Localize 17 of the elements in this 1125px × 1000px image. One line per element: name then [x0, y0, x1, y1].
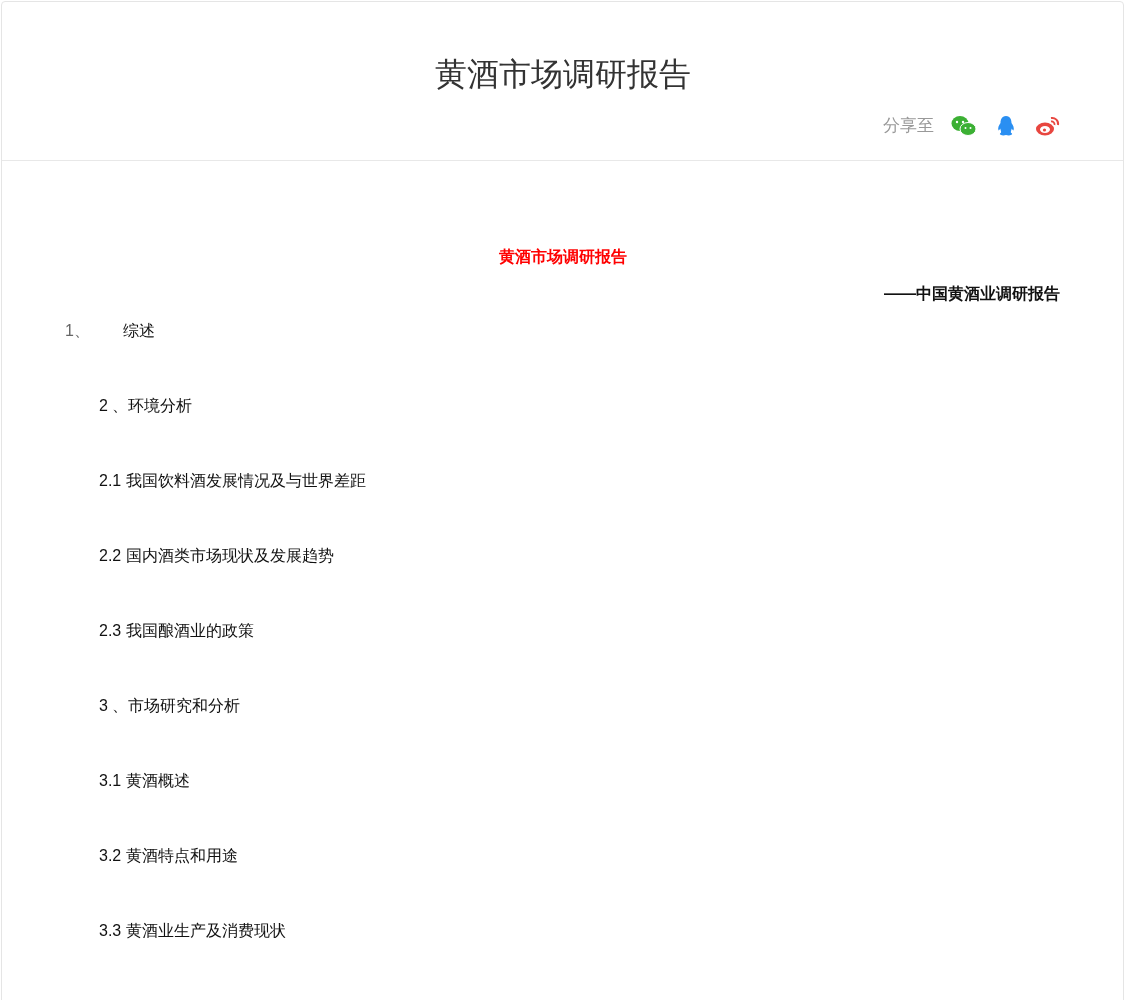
weibo-icon[interactable]	[1035, 114, 1061, 137]
list-item: 3.1 黄酒概述	[99, 771, 190, 791]
list-item: 综述	[123, 321, 155, 341]
list-item: 2.2 国内酒类市场现状及发展趋势	[99, 546, 334, 566]
list-item: 2.3 我国酿酒业的政策	[99, 621, 254, 641]
list-item: 3.3 黄酒业生产及消费现状	[99, 921, 286, 941]
document-title: 黄酒市场调研报告	[497, 247, 628, 267]
penguin-icon[interactable]	[996, 114, 1016, 137]
page-title: 黄酒市场调研报告	[434, 55, 691, 94]
list-item: 3.2 黄酒特点和用途	[99, 846, 238, 866]
list-item: 2 、环境分析	[99, 396, 193, 416]
list-item: 2.1 我国饮料酒发展情况及与世界差距	[99, 471, 366, 491]
list-item: 3 、市场研究和分析	[99, 696, 241, 716]
list-number: 1、	[65, 321, 91, 341]
wechat-icon[interactable]	[951, 114, 977, 137]
document-subtitle: ——中国黄酒业调研报告	[883, 284, 1060, 304]
share-label: 分享至	[883, 115, 934, 137]
